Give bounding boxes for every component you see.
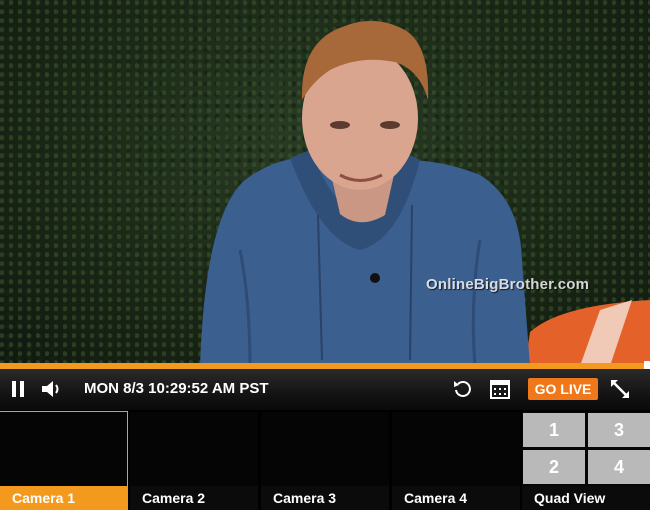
quad-cell: 1 [523,413,585,447]
camera-thumbnail [261,412,389,486]
video-player: OnlineBigBrother.com MON 8/3 10:29:52 AM… [0,0,650,510]
rewind-icon[interactable] [452,378,474,400]
quad-view-tab[interactable]: 1 3 2 4 Quad View [522,412,650,510]
camera-3-tab[interactable]: Camera 3 [261,412,389,510]
camera-label: Camera 4 [392,486,520,510]
quad-view-grid: 1 3 2 4 [523,413,650,484]
watermark: OnlineBigBrother.com [426,276,590,293]
quad-cell: 2 [523,450,585,484]
camera-strip: Camera 1 Camera 2 Camera 3 Camera 4 1 3 … [0,410,650,510]
camera-1-tab[interactable]: Camera 1 [0,411,128,510]
camera-label: Camera 2 [130,486,258,510]
camera-thumbnail [392,412,520,486]
volume-icon[interactable] [40,378,64,400]
timestamp: MON 8/3 10:29:52 AM PST [84,380,269,397]
camera-label: Camera 1 [0,486,127,510]
go-live-button[interactable]: GO LIVE [528,378,598,400]
control-bar: MON 8/3 10:29:52 AM PST GO LIVE [0,369,650,410]
camera-thumbnail [130,412,258,486]
video-frame [200,20,650,366]
camera-label: Quad View [522,486,650,510]
pause-icon[interactable] [10,379,26,399]
camera-4-tab[interactable]: Camera 4 [392,412,520,510]
calendar-icon[interactable] [490,378,510,400]
camera-label: Camera 3 [261,486,389,510]
camera-thumbnail [0,412,127,486]
quad-cell: 3 [588,413,650,447]
fullscreen-icon[interactable] [608,377,632,401]
camera-2-tab[interactable]: Camera 2 [130,412,258,510]
video-feed[interactable]: OnlineBigBrother.com [0,0,650,366]
quad-cell: 4 [588,450,650,484]
